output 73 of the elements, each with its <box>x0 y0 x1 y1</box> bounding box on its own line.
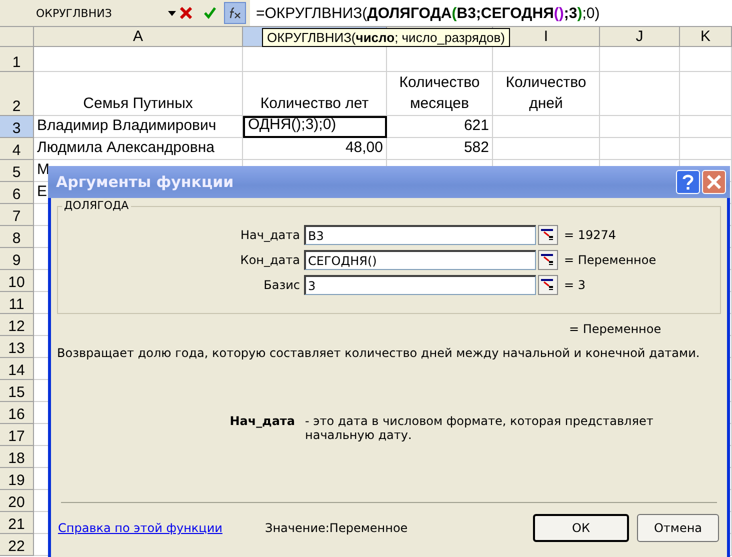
row-header[interactable]: 19 <box>0 468 34 490</box>
function-name: ДОЛЯГОДА <box>62 199 131 212</box>
argument-result: = Переменное <box>563 253 658 267</box>
table-cell: Семья Путиных <box>34 72 243 116</box>
range-select-icon <box>539 251 555 267</box>
row-header[interactable]: 11 <box>0 292 34 314</box>
name-box[interactable]: ОКРУГЛВНИЗ <box>36 6 168 20</box>
dialog-button[interactable]: ОК <box>533 514 629 542</box>
row-header[interactable]: 4 <box>0 138 34 160</box>
help-button[interactable] <box>676 170 700 194</box>
table-cell: Количество лет <box>243 72 387 116</box>
range-select-icon <box>539 276 555 292</box>
table-cell: 621 <box>387 116 493 138</box>
column-header[interactable]: J <box>600 27 680 47</box>
argument-result: = 3 <box>563 278 587 292</box>
row-header[interactable]: 5 <box>0 160 34 182</box>
row-header[interactable]: 3 <box>0 116 34 138</box>
formula-field[interactable]: =ОКРУГЛВНИЗ(ДОЛЯГОДА(В3;СЕГОДНЯ();3);0) <box>250 0 732 26</box>
argument-name: Нач_дата <box>228 414 296 430</box>
collapse-dialog-button[interactable] <box>538 250 558 270</box>
table-cell: Владимир Владимирович <box>34 116 243 138</box>
empty-cell <box>680 47 732 72</box>
dropdown-arrow-icon[interactable] <box>168 10 176 16</box>
table-cell: Количество дней <box>493 72 600 116</box>
row-header[interactable]: 10 <box>0 270 34 292</box>
check-icon[interactable] <box>204 7 216 19</box>
column-header[interactable]: K <box>680 27 732 47</box>
row-header[interactable]: 12 <box>0 314 34 336</box>
argument-label: Базис <box>262 278 301 292</box>
value-text: Значение:Переменное <box>265 521 409 535</box>
row-header[interactable]: 16 <box>0 402 34 424</box>
collapse-dialog-button[interactable] <box>538 275 558 295</box>
row-header[interactable]: 9 <box>0 248 34 270</box>
function-tooltip: ОКРУГЛВНИЗ(число; число_разрядов) <box>262 28 510 47</box>
argument-label: Нач_дата <box>240 228 301 242</box>
row-header[interactable]: 13 <box>0 336 34 358</box>
table-cell: 582 <box>387 138 493 160</box>
row-header[interactable]: 7 <box>0 204 34 226</box>
argument-field[interactable]: 3 <box>304 275 536 295</box>
row-header[interactable]: 15 <box>0 380 34 402</box>
column-header[interactable]: A <box>34 27 243 47</box>
collapse-dialog-button[interactable] <box>538 225 558 245</box>
argument-result: = 19274 <box>563 228 618 242</box>
table-cell: ОДНЯ();3);0) <box>243 116 387 138</box>
insert-function-icon[interactable] <box>228 7 242 19</box>
function-description: Возвращает долю года, которую составляет количество дней между начальной и конечной датами. <box>57 346 701 360</box>
close-icon <box>707 175 721 189</box>
table-cell: Людмила Александровна <box>34 138 243 160</box>
row-header[interactable]: 17 <box>0 424 34 446</box>
table-cell: Количество месяцев <box>387 72 493 116</box>
row-header[interactable]: 18 <box>0 446 34 468</box>
close-button[interactable] <box>702 170 726 194</box>
row-header[interactable]: 8 <box>0 226 34 248</box>
question-mark-icon <box>682 174 694 190</box>
row-header[interactable]: 1 <box>0 47 34 72</box>
row-header[interactable]: 2 <box>0 72 34 116</box>
row-header[interactable]: 6 <box>0 182 34 204</box>
row-header[interactable]: 14 <box>0 358 34 380</box>
range-select-icon <box>539 226 555 242</box>
argument-field[interactable]: В3 <box>304 225 536 245</box>
dialog-button[interactable]: Отмена <box>637 514 719 542</box>
row-header[interactable]: 22 <box>0 534 34 556</box>
empty-cell <box>680 116 732 138</box>
argument-description: - это дата в числовом формате, которая представляет начальную дату. <box>305 414 654 442</box>
help-link[interactable]: Справка по этой функции <box>58 521 265 535</box>
argument-field[interactable]: СЕГОДНЯ() <box>304 250 536 270</box>
argument-label: Кон_дата <box>239 253 301 267</box>
row-header[interactable]: 20 <box>0 490 34 512</box>
cancel-icon[interactable] <box>180 7 192 19</box>
formula-result: = Переменное <box>569 322 662 336</box>
empty-cell <box>680 72 732 116</box>
table-cell: 48,00 <box>243 138 387 160</box>
row-header[interactable]: 21 <box>0 512 34 534</box>
